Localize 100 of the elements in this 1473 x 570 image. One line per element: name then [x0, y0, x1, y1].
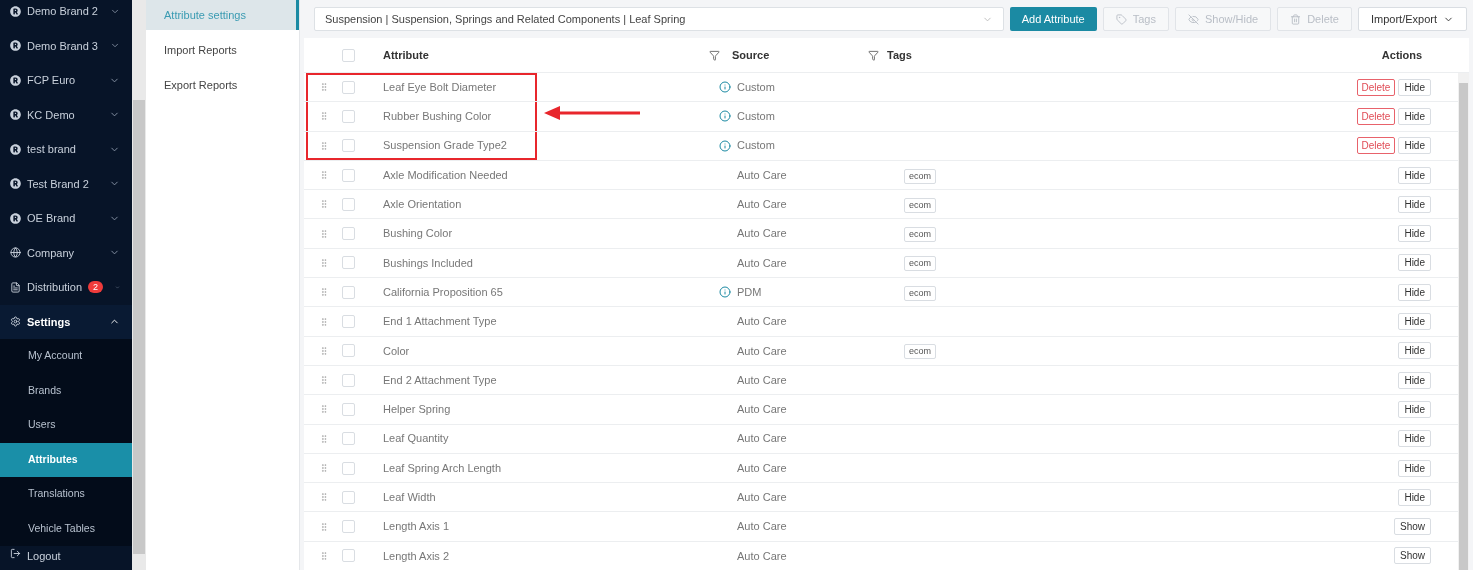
submenu-item[interactable]: Users [0, 408, 132, 443]
visibility-button[interactable]: Show [1394, 547, 1431, 565]
drag-handle-icon[interactable] [319, 228, 329, 239]
sidebar-item-label: FCP Euro [27, 73, 76, 88]
sidebar-item[interactable]: FCP Euro [0, 63, 132, 98]
row-checkbox[interactable] [342, 80, 355, 94]
submenu-item[interactable]: Brands [0, 373, 132, 408]
row-checkbox[interactable] [342, 48, 355, 62]
row-checkbox[interactable] [342, 285, 355, 299]
visibility-button[interactable]: Hide [1398, 488, 1431, 506]
visibility-button[interactable]: Hide [1398, 225, 1431, 243]
submenu-item[interactable]: Vehicle Tables [0, 511, 132, 546]
visibility-button[interactable]: Hide [1398, 78, 1431, 96]
source-label: PDM [737, 284, 763, 300]
sidebar-item[interactable]: Company [0, 235, 132, 270]
drag-handle-icon[interactable] [319, 550, 329, 561]
visibility-button[interactable]: Hide [1398, 371, 1431, 389]
attribute-name: Bushings Included [383, 255, 473, 271]
row-checkbox[interactable] [342, 490, 355, 504]
arrow-icon [544, 105, 640, 120]
tag-chip: ecom [904, 344, 936, 360]
drag-handle-icon[interactable] [319, 82, 329, 93]
row-checkbox[interactable] [342, 227, 355, 241]
registered-icon [10, 212, 21, 224]
drag-handle-icon[interactable] [319, 375, 329, 386]
delete-button[interactable]: Delete [1356, 137, 1396, 155]
attribute-name: End 2 Attachment Type [383, 372, 497, 388]
source-label: Auto Care [737, 431, 788, 447]
visibility-button[interactable]: Hide [1398, 195, 1431, 213]
visibility-button[interactable]: Hide [1398, 430, 1431, 448]
column-header: Actions [1380, 47, 1424, 63]
row-checkbox[interactable] [342, 373, 355, 387]
category-select-value: Suspension | Suspension, Springs and Related Components | Leaf Spring [325, 11, 687, 27]
visibility-button[interactable]: Hide [1398, 254, 1431, 272]
visibility-button[interactable]: Hide [1398, 137, 1431, 155]
row-checkbox[interactable] [342, 402, 355, 416]
sidebar-item[interactable]: KC Demo [0, 97, 132, 132]
row-checkbox[interactable] [342, 256, 355, 270]
scrollbar[interactable] [132, 0, 146, 570]
info-icon[interactable] [719, 81, 731, 94]
sidebar-item[interactable]: test brand [0, 132, 132, 167]
sidebar-item[interactable]: Demo Brand 2 [0, 0, 132, 29]
drag-handle-icon[interactable] [319, 257, 329, 268]
row-checkbox[interactable] [342, 432, 355, 446]
drag-handle-icon[interactable] [319, 316, 329, 327]
submenu-item[interactable]: My Account [0, 339, 132, 374]
drag-handle-icon[interactable] [319, 111, 329, 122]
delete-button[interactable]: Delete [1356, 78, 1396, 96]
drag-handle-icon[interactable] [319, 170, 329, 181]
settings-nav-item[interactable]: Import Reports [146, 35, 299, 65]
attribute-name: Leaf Quantity [383, 431, 449, 447]
sidebar-item[interactable]: OE Brand [0, 201, 132, 236]
drag-handle-icon[interactable] [319, 433, 329, 444]
sidebar-item[interactable]: Distribution 2 [0, 270, 132, 305]
info-icon[interactable] [719, 139, 731, 152]
visibility-button[interactable]: Hide [1398, 107, 1431, 125]
visibility-button[interactable]: Show [1394, 518, 1431, 536]
sidebar-item[interactable]: Demo Brand 3 [0, 28, 132, 63]
category-select[interactable]: Suspension | Suspension, Springs and Related Components | Leaf Spring [314, 7, 1004, 31]
sidebar-item[interactable]: Settings [0, 304, 132, 339]
delete-button[interactable]: Delete [1356, 107, 1396, 125]
row-checkbox[interactable] [342, 461, 355, 475]
drag-handle-icon[interactable] [319, 345, 329, 356]
sidebar-item[interactable]: Logout [0, 546, 132, 570]
visibility-button[interactable]: Hide [1398, 313, 1431, 330]
sidebar-item[interactable]: Test Brand 2 [0, 166, 132, 201]
visibility-button[interactable]: Hide [1398, 283, 1431, 301]
row-checkbox[interactable] [342, 168, 355, 182]
row-checkbox[interactable] [342, 344, 355, 358]
table-scrollbar[interactable] [1458, 73, 1469, 570]
visibility-button[interactable]: Hide [1398, 342, 1431, 360]
drag-handle-icon[interactable] [319, 140, 329, 151]
submenu-item[interactable]: Translations [0, 477, 132, 512]
info-icon[interactable] [719, 110, 731, 123]
submenu-item[interactable]: Attributes [0, 442, 132, 477]
drag-handle-icon[interactable] [319, 287, 329, 298]
row-checkbox[interactable] [342, 315, 355, 328]
row-checkbox[interactable] [342, 520, 355, 534]
visibility-button[interactable]: Hide [1398, 400, 1431, 418]
drag-handle-icon[interactable] [319, 521, 329, 532]
drag-handle-icon[interactable] [319, 404, 329, 415]
row-checkbox[interactable] [342, 109, 355, 123]
drag-handle-icon[interactable] [319, 492, 329, 503]
drag-handle-icon[interactable] [319, 463, 329, 473]
filter-icon[interactable] [868, 49, 879, 61]
sidebar-item-label: Logout [27, 549, 61, 564]
source-label: Auto Care [737, 343, 788, 359]
source-label: Custom [737, 138, 776, 154]
sidebar-item-label: Demo Brand 3 [27, 38, 98, 54]
visibility-button[interactable]: Hide [1398, 166, 1431, 184]
filter-icon[interactable] [709, 49, 720, 61]
toolbar-button[interactable]: Import/Export [1357, 7, 1467, 31]
row-checkbox[interactable] [342, 139, 355, 153]
visibility-button[interactable]: Hide [1398, 459, 1431, 477]
row-checkbox[interactable] [342, 549, 355, 563]
info-icon[interactable] [719, 286, 731, 299]
add-attribute-button[interactable]: Add Attribute [1009, 7, 1097, 31]
drag-handle-icon[interactable] [319, 199, 329, 210]
settings-nav-item[interactable]: Export Reports [146, 70, 299, 100]
row-checkbox[interactable] [342, 197, 355, 211]
